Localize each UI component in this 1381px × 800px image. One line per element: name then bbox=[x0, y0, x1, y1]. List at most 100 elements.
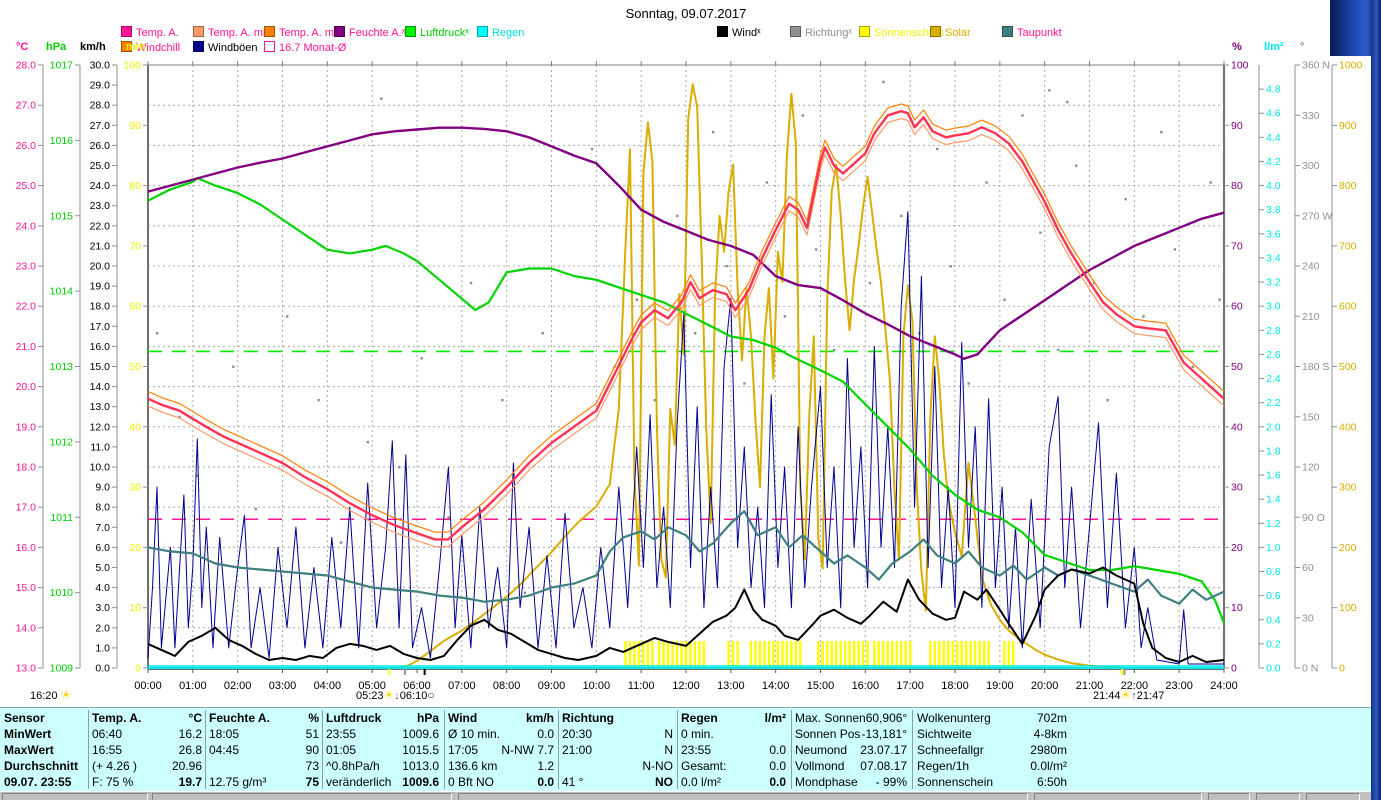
svg-text:90 O: 90 O bbox=[1302, 512, 1325, 524]
svg-text:7.0: 7.0 bbox=[95, 522, 110, 534]
cell-label: 16:55 bbox=[92, 743, 123, 757]
svg-text:4.6: 4.6 bbox=[1266, 108, 1281, 120]
svg-text:0 N: 0 N bbox=[1302, 663, 1318, 675]
cell-label: Vollmond bbox=[795, 759, 845, 773]
cell-value: 75 bbox=[305, 775, 319, 789]
svg-text:24.0: 24.0 bbox=[90, 180, 111, 192]
table-column-0: Sensor MinWert MaxWert Durchschnitt 09.07. 2… bbox=[4, 710, 86, 790]
svg-text:27.0: 27.0 bbox=[90, 120, 111, 132]
desktop-background-band bbox=[1371, 0, 1381, 800]
table-row: Richtung bbox=[562, 710, 673, 726]
table-row: (+ 4.26 ) 20.96 bbox=[92, 758, 202, 774]
table-column-3: Luftdruck hPa 23:55 1009.6 01:05 1015.5 ^0.8hP… bbox=[326, 710, 439, 790]
svg-text:11:00: 11:00 bbox=[628, 680, 655, 692]
svg-text:60: 60 bbox=[129, 301, 141, 313]
table-row: ^0.8hPa/h 1013.0 bbox=[326, 758, 439, 774]
table-row: Feuchte A.% bbox=[209, 710, 319, 726]
cell-value: 90 bbox=[305, 743, 319, 757]
svg-text:900: 900 bbox=[1339, 120, 1357, 132]
cell-label: Sonnenschein bbox=[917, 775, 994, 789]
cell-label: Mondphase bbox=[795, 775, 858, 789]
svg-text:1.6: 1.6 bbox=[1266, 470, 1281, 482]
table-column-5: Richtung 20:30 N 21:00 N N-NO 41 ° NO bbox=[562, 710, 673, 790]
table-row: 16:55 26.8 bbox=[92, 742, 202, 758]
moonrise-value: 21:47 bbox=[1136, 690, 1165, 702]
cell-value: 702m bbox=[1036, 711, 1067, 725]
svg-text:12.0: 12.0 bbox=[90, 421, 111, 433]
cell-value: 73 bbox=[305, 759, 319, 773]
svg-text:04:00: 04:00 bbox=[314, 680, 342, 692]
svg-text:13.0: 13.0 bbox=[16, 663, 37, 675]
svg-text:23:00: 23:00 bbox=[1165, 680, 1193, 692]
table-separator bbox=[205, 710, 206, 789]
svg-text:2.6: 2.6 bbox=[1266, 349, 1281, 361]
svg-text:4.2: 4.2 bbox=[1266, 156, 1281, 168]
cell-value: 51 bbox=[305, 727, 319, 741]
svg-text:20.0: 20.0 bbox=[90, 261, 111, 273]
svg-text:1011: 1011 bbox=[50, 512, 73, 524]
svg-text:19:00: 19:00 bbox=[986, 680, 1014, 692]
table-row: F: 75 % 19.7 bbox=[92, 774, 202, 790]
svg-text:23.0: 23.0 bbox=[16, 261, 37, 273]
cell-value: N bbox=[664, 743, 673, 757]
statusbar-segment-5 bbox=[1256, 793, 1300, 800]
svg-text:3.0: 3.0 bbox=[1266, 301, 1281, 313]
cell-label: Sonnen Pos bbox=[795, 727, 861, 741]
svg-text:21.0: 21.0 bbox=[90, 240, 111, 252]
cell-value: N-NW 7.7 bbox=[501, 743, 554, 757]
svg-text:330: 330 bbox=[1302, 110, 1320, 122]
cell-value: 4-8km bbox=[1033, 727, 1067, 741]
svg-text:28.0: 28.0 bbox=[16, 60, 37, 72]
svg-text:20: 20 bbox=[1231, 542, 1243, 554]
table-row: 0 Bft NO 0.0 bbox=[448, 774, 554, 790]
table-row: Wolkenunterg 702m bbox=[917, 710, 1067, 726]
svg-text:10:00: 10:00 bbox=[583, 680, 611, 692]
svg-text:300: 300 bbox=[1339, 482, 1357, 494]
cell-value: 1009.6 bbox=[402, 775, 439, 789]
svg-text:4.0: 4.0 bbox=[95, 582, 110, 594]
table-column-7: Max. Sonnen 60,906° Sonnen Pos -13,181° Neum… bbox=[795, 710, 907, 790]
svg-text:70: 70 bbox=[1231, 240, 1243, 252]
cell-label: 09.07. 23:55 bbox=[4, 775, 72, 789]
cell-label: Wolkenunterg bbox=[917, 711, 991, 725]
svg-text:26.0: 26.0 bbox=[16, 140, 37, 152]
cell-value: 6:50h bbox=[1036, 775, 1067, 789]
svg-text:17:00: 17:00 bbox=[896, 680, 924, 692]
weather-chart: 13.0 14.0 15.0 16.0 17.0 18.0 19.0 20.0 21.0 22.0… bbox=[16, 60, 1363, 693]
svg-text:12:00: 12:00 bbox=[672, 680, 700, 692]
table-row: N-NO bbox=[562, 758, 673, 774]
cell-value: 2980m bbox=[1030, 743, 1067, 757]
cell-label: Neumond bbox=[795, 743, 848, 757]
series-temp-min bbox=[147, 117, 1225, 548]
cell-label: Richtung bbox=[562, 711, 614, 725]
svg-text:28.0: 28.0 bbox=[90, 100, 111, 112]
cell-label: 04:45 bbox=[209, 743, 240, 757]
table-row: Wind km/h bbox=[448, 710, 554, 726]
svg-text:30.0: 30.0 bbox=[90, 60, 111, 72]
cell-label: Temp. A. bbox=[92, 711, 142, 725]
svg-text:15.0: 15.0 bbox=[90, 361, 111, 373]
table-separator bbox=[322, 710, 323, 789]
cell-label: MaxWert bbox=[4, 743, 54, 757]
cell-label: Sichtweite bbox=[917, 727, 972, 741]
svg-text:1.8: 1.8 bbox=[1266, 445, 1281, 457]
table-row: Regen/1h 0.0l/m² bbox=[917, 758, 1067, 774]
table-row: Regen l/m² bbox=[681, 710, 786, 726]
cell-label: 06:40 bbox=[92, 727, 123, 741]
cell-value: N-NO bbox=[642, 759, 673, 773]
svg-text:70: 70 bbox=[129, 240, 141, 252]
table-row: 21:00 N bbox=[562, 742, 673, 758]
svg-text:270 W: 270 W bbox=[1302, 210, 1332, 222]
cell-label: 20:30 bbox=[562, 727, 593, 741]
moonset-value: 06:10 bbox=[399, 690, 428, 702]
table-row: 73 bbox=[209, 758, 319, 774]
svg-text:3.0: 3.0 bbox=[95, 602, 110, 614]
cell-label: 23:55 bbox=[326, 727, 357, 741]
cell-label: Ø 10 min. bbox=[448, 727, 501, 741]
cell-value: NO bbox=[655, 775, 673, 789]
svg-text:10.0: 10.0 bbox=[90, 462, 111, 474]
cell-label: Sensor bbox=[4, 711, 45, 725]
svg-text:210: 210 bbox=[1302, 311, 1320, 323]
cell-value: 20.96 bbox=[171, 759, 202, 773]
table-column-4: Wind km/h Ø 10 min. 0.0 17:05 N-NW 7.7 136.6 k… bbox=[448, 710, 554, 790]
